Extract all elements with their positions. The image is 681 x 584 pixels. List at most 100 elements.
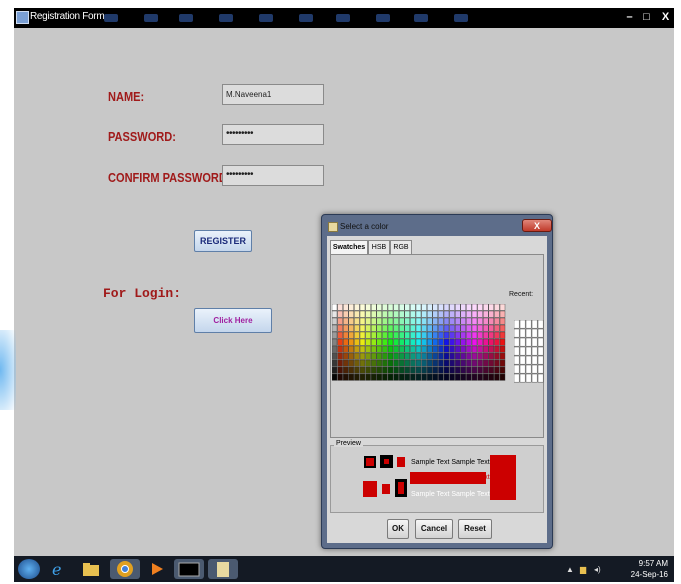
- color-swatch[interactable]: [410, 317, 416, 325]
- color-swatch[interactable]: [376, 331, 382, 339]
- recent-swatch[interactable]: [519, 373, 526, 383]
- color-swatch[interactable]: [332, 310, 338, 318]
- color-swatch[interactable]: [404, 310, 411, 318]
- color-swatch[interactable]: [376, 324, 382, 332]
- recent-swatch[interactable]: [531, 328, 538, 338]
- color-swatch[interactable]: [404, 304, 411, 311]
- color-swatch[interactable]: [398, 324, 405, 332]
- color-swatch[interactable]: [354, 317, 360, 325]
- recent-swatch[interactable]: [519, 328, 526, 338]
- recent-swatch[interactable]: [514, 355, 520, 365]
- color-swatch[interactable]: [460, 304, 467, 311]
- recent-swatch[interactable]: [514, 364, 520, 374]
- color-swatch[interactable]: [342, 317, 349, 325]
- color-swatch[interactable]: [365, 366, 371, 374]
- color-swatch[interactable]: [421, 331, 427, 339]
- color-swatch[interactable]: [421, 366, 427, 374]
- color-swatch[interactable]: [432, 338, 439, 346]
- color-swatch[interactable]: [359, 310, 366, 318]
- color-swatch[interactable]: [354, 338, 360, 346]
- color-swatch[interactable]: [426, 317, 433, 325]
- color-swatch[interactable]: [477, 345, 483, 353]
- color-swatch[interactable]: [449, 359, 455, 367]
- color-swatch[interactable]: [494, 317, 500, 325]
- color-swatch[interactable]: [494, 373, 500, 381]
- color-swatch[interactable]: [488, 331, 495, 339]
- color-swatch[interactable]: [477, 338, 483, 346]
- color-swatch[interactable]: [466, 366, 472, 374]
- color-swatch[interactable]: [415, 324, 422, 332]
- recent-swatch[interactable]: [525, 337, 532, 347]
- color-swatch[interactable]: [488, 373, 495, 381]
- click-here-button[interactable]: Click Here: [194, 308, 272, 333]
- color-swatch[interactable]: [415, 345, 422, 353]
- color-swatch[interactable]: [438, 324, 444, 332]
- color-swatch[interactable]: [460, 352, 467, 360]
- color-swatch[interactable]: [398, 359, 405, 367]
- color-swatch[interactable]: [449, 338, 455, 346]
- name-field[interactable]: M.Naveena1: [222, 84, 324, 105]
- color-swatch[interactable]: [398, 310, 405, 318]
- color-swatch[interactable]: [404, 345, 411, 353]
- color-swatch[interactable]: [466, 352, 472, 360]
- recent-swatch[interactable]: [514, 346, 520, 356]
- color-swatch[interactable]: [499, 359, 506, 367]
- color-swatch[interactable]: [454, 304, 461, 311]
- color-swatch[interactable]: [488, 366, 495, 374]
- color-swatch[interactable]: [454, 338, 461, 346]
- color-swatch[interactable]: [382, 366, 388, 374]
- color-swatch[interactable]: [466, 338, 472, 346]
- color-swatch[interactable]: [376, 304, 382, 311]
- color-swatch[interactable]: [454, 359, 461, 367]
- color-swatch[interactable]: [398, 366, 405, 374]
- color-swatch[interactable]: [438, 359, 444, 367]
- color-swatch[interactable]: [404, 331, 411, 339]
- color-swatch[interactable]: [359, 304, 366, 311]
- color-swatch[interactable]: [332, 324, 338, 332]
- color-swatch[interactable]: [494, 310, 500, 318]
- color-swatch[interactable]: [460, 373, 467, 381]
- color-swatch[interactable]: [332, 338, 338, 346]
- color-swatch[interactable]: [342, 338, 349, 346]
- color-swatch[interactable]: [499, 304, 506, 311]
- color-swatch[interactable]: [404, 359, 411, 367]
- color-swatch[interactable]: [466, 317, 472, 325]
- color-swatch[interactable]: [359, 331, 366, 339]
- color-swatch[interactable]: [438, 338, 444, 346]
- color-swatch[interactable]: [449, 310, 455, 318]
- color-swatch[interactable]: [342, 331, 349, 339]
- color-swatch[interactable]: [488, 310, 495, 318]
- color-swatch[interactable]: [477, 359, 483, 367]
- media-player-icon[interactable]: [146, 559, 168, 579]
- color-swatch[interactable]: [466, 310, 472, 318]
- color-swatch[interactable]: [454, 317, 461, 325]
- color-swatch[interactable]: [415, 338, 422, 346]
- color-swatch[interactable]: [354, 352, 360, 360]
- color-swatch[interactable]: [332, 373, 338, 381]
- color-swatch[interactable]: [460, 338, 467, 346]
- color-swatch[interactable]: [410, 310, 416, 318]
- color-swatch[interactable]: [494, 352, 500, 360]
- tab-rgb[interactable]: RGB: [390, 240, 412, 254]
- color-swatch[interactable]: [404, 352, 411, 360]
- recent-swatch[interactable]: [519, 337, 526, 347]
- color-swatch[interactable]: [426, 373, 433, 381]
- color-swatch[interactable]: [348, 317, 354, 325]
- recent-swatch[interactable]: [525, 320, 532, 329]
- color-swatch[interactable]: [365, 324, 371, 332]
- color-swatch[interactable]: [499, 352, 506, 360]
- recent-swatch[interactable]: [537, 346, 544, 356]
- color-swatch[interactable]: [342, 366, 349, 374]
- color-swatch[interactable]: [393, 317, 399, 325]
- recent-swatch[interactable]: [531, 346, 538, 356]
- color-swatch[interactable]: [404, 317, 411, 325]
- color-swatch[interactable]: [348, 338, 354, 346]
- color-swatch[interactable]: [460, 331, 467, 339]
- color-swatch[interactable]: [432, 304, 439, 311]
- color-swatch[interactable]: [426, 324, 433, 332]
- color-swatch[interactable]: [438, 345, 444, 353]
- color-swatch[interactable]: [438, 304, 444, 311]
- color-swatch[interactable]: [371, 366, 377, 374]
- color-swatch[interactable]: [471, 331, 478, 339]
- color-swatch[interactable]: [342, 359, 349, 367]
